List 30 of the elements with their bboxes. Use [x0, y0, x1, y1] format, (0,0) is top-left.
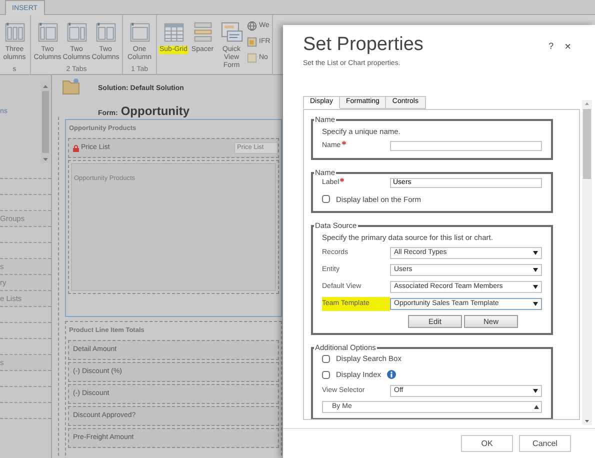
scrollbar[interactable] [41, 83, 50, 163]
text-input[interactable] [390, 141, 542, 152]
checkbox[interactable] [322, 370, 330, 378]
folder-icon [62, 78, 80, 95]
checkbox[interactable] [322, 354, 330, 362]
scroll-up-icon[interactable] [534, 405, 539, 409]
two-column-layout-icon [66, 20, 88, 44]
one-column-layout-icon [128, 20, 150, 44]
info-icon[interactable] [387, 370, 396, 379]
form-name: Opportunity [120, 102, 190, 120]
globe-icon [247, 21, 257, 31]
checkbox[interactable] [322, 195, 330, 204]
caret-icon [533, 285, 538, 289]
three-column-layout-icon [4, 20, 26, 44]
frame-icon [247, 37, 257, 47]
help-button[interactable]: ? [548, 40, 554, 54]
form-icon [220, 20, 242, 44]
caret-icon [533, 302, 538, 306]
dialog-title: Set Properties [303, 34, 424, 56]
two-column-layout-icon [36, 20, 58, 44]
dialog-button[interactable]: Cancel [519, 435, 571, 452]
two-column-layout-icon [94, 20, 116, 44]
spacer-icon [192, 20, 214, 44]
close-button[interactable]: × [564, 39, 571, 56]
scrollbar[interactable] [582, 100, 592, 425]
dialog-button[interactable]: OK [461, 435, 513, 452]
caret-icon [533, 389, 538, 393]
note-icon [247, 53, 257, 63]
caret-icon [533, 251, 538, 255]
caret-icon [533, 268, 538, 272]
